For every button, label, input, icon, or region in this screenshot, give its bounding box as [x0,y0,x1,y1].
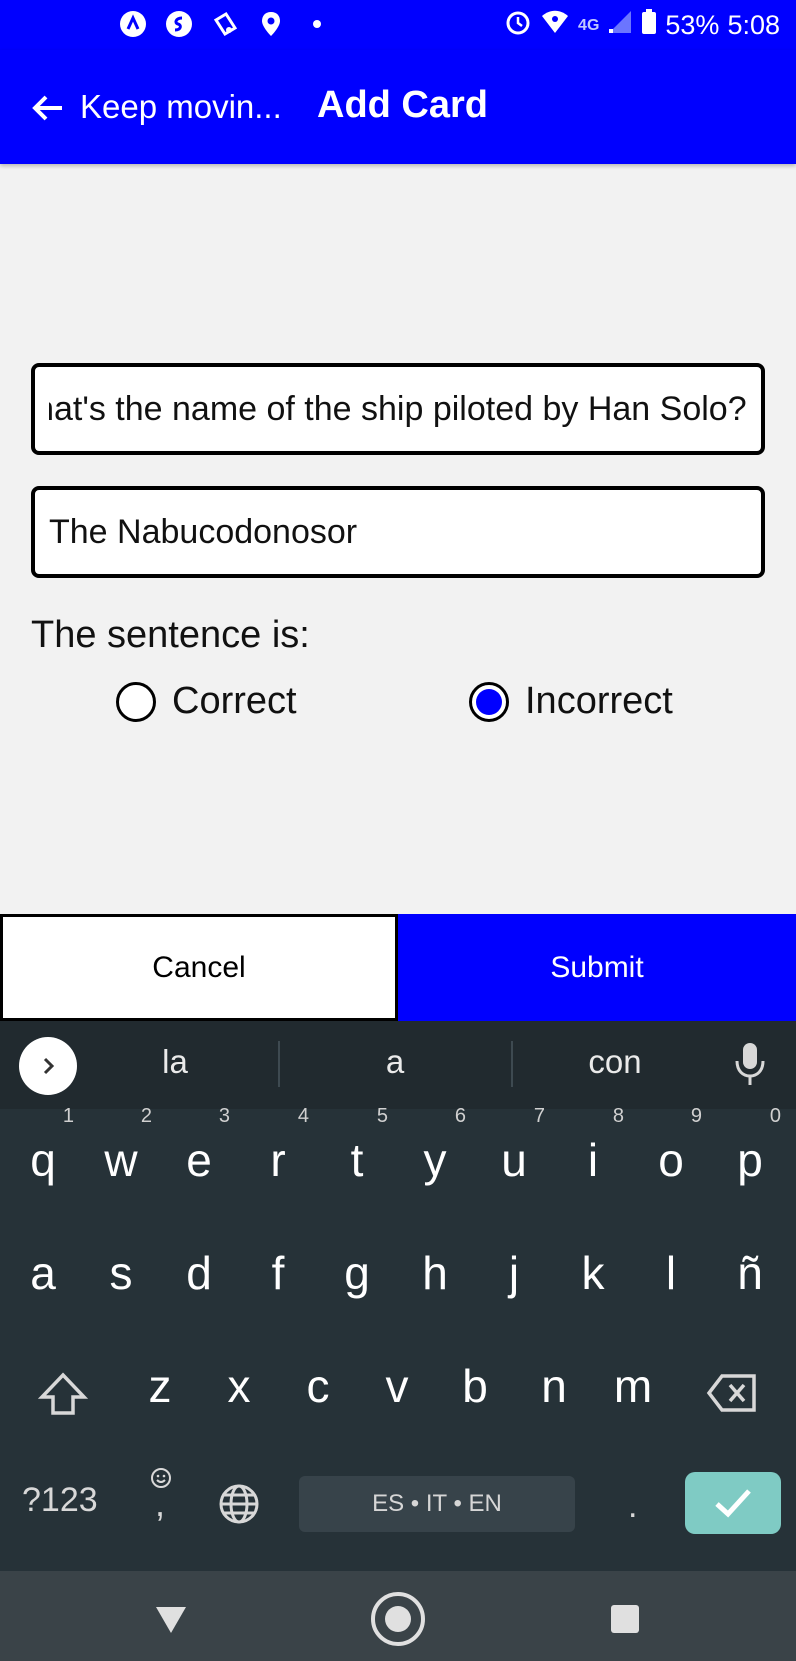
key-number-hint: 9 [690,1105,702,1127]
suggestion-strip: la a con [0,1021,796,1109]
key-i[interactable]: i8 [558,1105,628,1187]
location-icon [256,9,286,39]
nav-bar [0,1571,796,1661]
sentence-label: The sentence is: [31,614,310,656]
page-title: Add Card [317,84,488,126]
key-x[interactable]: x [204,1359,274,1413]
key-label: p [737,1134,763,1186]
key-number-hint: 7 [533,1105,545,1127]
comma-key[interactable]: , [155,1483,165,1525]
key-number-hint: 8 [612,1105,624,1127]
radio-correct[interactable]: Correct [116,680,297,723]
key-f[interactable]: f [243,1246,313,1300]
key-label: u [501,1134,527,1186]
chevron-right-icon[interactable] [19,1037,77,1095]
symbols-key[interactable]: ?123 [22,1481,98,1520]
key-ñ[interactable]: ñ [715,1246,785,1300]
key-e[interactable]: e3 [164,1105,234,1187]
key-label: i [587,1134,599,1186]
key-number-hint: 6 [454,1105,466,1127]
key-number-hint: 3 [218,1105,230,1127]
globe-icon[interactable] [218,1483,260,1530]
divider [278,1041,280,1087]
key-c[interactable]: c [283,1359,353,1413]
space-bar[interactable]: ES • IT • EN [299,1476,575,1532]
key-l[interactable]: l [636,1246,706,1300]
enter-check-icon[interactable] [685,1472,781,1534]
key-label: o [658,1134,684,1186]
radio-incorrect-label: Incorrect [525,680,673,722]
signal-icon [607,9,633,42]
key-number-hint: 1 [62,1105,74,1127]
key-h[interactable]: h [400,1246,470,1300]
key-j[interactable]: j [479,1246,549,1300]
period-key[interactable]: . [628,1487,637,1526]
key-label: e [186,1134,212,1186]
alarm-icon [504,8,532,43]
key-a[interactable]: a [8,1246,78,1300]
key-label: q [30,1134,56,1186]
shazam-icon [164,9,194,39]
submit-button[interactable]: Submit [398,914,796,1021]
backspace-icon[interactable] [706,1373,758,1418]
back-label[interactable]: Keep movin... [80,88,282,126]
key-q[interactable]: q1 [8,1105,78,1187]
clock: 5:08 [727,10,780,40]
game-icon [210,9,240,39]
radio-incorrect[interactable]: Incorrect [469,680,673,723]
back-arrow-icon[interactable] [30,88,70,128]
radio-checked-icon[interactable] [469,681,509,722]
key-number-hint: 0 [769,1105,781,1127]
key-v[interactable]: v [362,1359,432,1413]
key-number-hint: 4 [297,1105,309,1127]
divider [511,1041,513,1087]
key-g[interactable]: g [322,1246,392,1300]
suggestion-1[interactable]: la [95,1043,255,1081]
key-label: y [423,1134,447,1186]
answer-input[interactable] [35,512,761,552]
suggestion-2[interactable]: a [315,1043,475,1081]
microphone-icon[interactable] [730,1039,770,1089]
dot-icon [302,9,332,39]
suggestion-3[interactable]: con [535,1043,695,1081]
key-s[interactable]: s [86,1246,156,1300]
key-label: w [104,1134,138,1186]
app-bar: Keep movin... Add Card [0,50,796,164]
status-bar: 4G 53% 5:08 [0,0,796,50]
key-k[interactable]: k [558,1246,628,1300]
cancel-button[interactable]: Cancel [0,914,398,1021]
network-type: 4G [578,16,600,34]
app-a-icon [118,9,148,39]
key-d[interactable]: d [164,1246,234,1300]
key-o[interactable]: o9 [636,1105,706,1187]
question-input[interactable] [35,389,761,429]
wifi-icon [540,8,570,43]
battery-icon [641,9,657,42]
key-u[interactable]: u7 [479,1105,549,1187]
recents-square-icon[interactable] [597,1591,653,1647]
radio-correct-label: Correct [172,680,297,722]
back-triangle-icon[interactable] [143,1591,199,1647]
radio-unchecked-icon[interactable] [116,681,156,722]
answer-field-container [31,486,765,578]
key-number-hint: 2 [140,1105,152,1127]
key-p[interactable]: p0 [715,1105,785,1187]
shift-icon[interactable] [37,1371,89,1422]
key-label: r [270,1134,286,1186]
key-r[interactable]: r4 [243,1105,313,1187]
battery-percent: 53% [665,10,720,40]
question-field-container [31,363,765,455]
home-circle-icon[interactable] [370,1591,426,1647]
key-w[interactable]: w2 [86,1105,156,1187]
key-y[interactable]: y6 [400,1105,470,1187]
key-label: t [350,1134,364,1186]
keyboard: la a con q1w2e3r4t5y6u7i8o9p0 asdfghjklñ… [0,1021,796,1571]
key-b[interactable]: b [440,1359,510,1413]
key-number-hint: 5 [376,1105,388,1127]
key-z[interactable]: z [125,1359,195,1413]
key-t[interactable]: t5 [322,1105,392,1187]
key-m[interactable]: m [598,1359,668,1413]
key-n[interactable]: n [519,1359,589,1413]
